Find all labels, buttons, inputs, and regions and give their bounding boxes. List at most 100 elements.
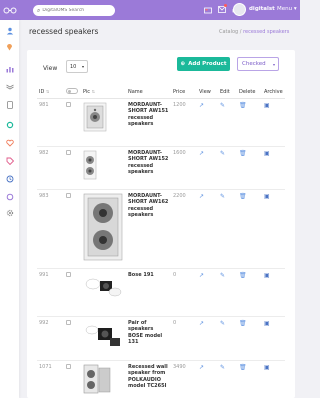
archive-icon[interactable]: ▣	[264, 320, 270, 327]
archive-icon[interactable]: ▣	[264, 102, 270, 109]
row-checkbox[interactable]	[66, 149, 71, 155]
col-price-header: Price	[171, 86, 197, 99]
col-toggle-header[interactable]	[64, 86, 81, 99]
trash-icon[interactable]: 🗑	[239, 272, 247, 279]
breadcrumb: Catalog / recessed speakers	[219, 29, 289, 35]
col-edit-header: Edit	[218, 86, 237, 99]
chevron-down-icon: ▾	[81, 64, 84, 69]
col-archive-header: Archive	[262, 86, 285, 99]
product-name: MORDAUNT-SHORT AW151 recessed speakers	[126, 98, 171, 147]
location-pin-icon[interactable]	[5, 42, 14, 51]
product-thumbnail[interactable]	[81, 146, 126, 190]
view-icon[interactable]: ↗	[199, 193, 204, 200]
product-price: 1600	[171, 146, 197, 190]
row-id: 982	[37, 146, 64, 190]
circle-icon[interactable]	[5, 192, 14, 201]
table-row: 992 Pair of speakers BOSE model 131 0 ↗ …	[37, 316, 285, 361]
table-row: 983 MORDAUNT-SHORT AW162 recessed speake…	[37, 189, 285, 269]
product-thumbnail[interactable]	[81, 189, 126, 269]
product-price: 2200	[171, 189, 197, 269]
chevron-down-icon: ▾	[272, 62, 275, 67]
col-id-header[interactable]: ID ⇅	[37, 86, 64, 99]
filter-select[interactable]: Checked ▾	[237, 57, 279, 71]
mail-icon[interactable]	[217, 4, 227, 14]
trash-icon[interactable]: 🗑	[239, 193, 247, 200]
search-input[interactable]	[42, 8, 107, 13]
trash-icon[interactable]: 🗑	[239, 364, 247, 371]
row-checkbox[interactable]	[66, 271, 71, 277]
product-thumbnail[interactable]	[81, 360, 126, 398]
product-name: Recessed wall speaker from POLKAUDIO mod…	[126, 360, 171, 398]
product-thumbnail[interactable]	[81, 268, 126, 317]
archive-icon[interactable]: ▣	[264, 193, 270, 200]
product-name: Bose 191	[126, 268, 171, 317]
square-speaker-image	[83, 102, 107, 131]
archive-icon[interactable]: ▣	[264, 150, 270, 157]
view-icon[interactable]: ↗	[199, 102, 204, 109]
edit-icon[interactable]: ✎	[220, 150, 225, 157]
search-icon: ⌕	[37, 6, 41, 14]
mobile-icon[interactable]	[5, 100, 14, 109]
add-product-button[interactable]: ⊕ Add Product	[177, 57, 230, 71]
trash-icon[interactable]: 🗑	[239, 320, 247, 327]
page-title: recessed speakers	[29, 27, 99, 36]
add-product-label: Add Product	[188, 61, 227, 67]
trash-icon[interactable]: 🗑	[239, 102, 247, 109]
tag-icon[interactable]	[5, 156, 14, 165]
edit-icon[interactable]: ✎	[220, 193, 225, 200]
product-thumbnail[interactable]	[81, 316, 126, 361]
product-price: 1200	[171, 98, 197, 147]
product-price: 3490	[171, 360, 197, 398]
edit-icon[interactable]: ✎	[220, 364, 225, 371]
page-size-select[interactable]: 10 ▾	[66, 60, 88, 73]
chart-icon[interactable]	[5, 64, 14, 73]
page-size-value: 10	[70, 63, 77, 70]
flag-icon[interactable]	[203, 5, 212, 14]
heart-icon[interactable]	[5, 138, 14, 147]
product-price: 0	[171, 316, 197, 361]
row-checkbox[interactable]	[66, 363, 71, 369]
top-bar: ⌕ digitalst Menu ▾	[0, 0, 300, 20]
archive-icon[interactable]: ▣	[264, 364, 270, 371]
notification-dot	[224, 4, 227, 7]
products-table: ID ⇅ Pic ⇅ Name Price View Edit Delete A…	[37, 86, 285, 398]
edit-icon[interactable]: ✎	[220, 102, 225, 109]
chevron-down-icon: ▾	[293, 6, 297, 12]
avatar[interactable]	[233, 3, 246, 16]
tall-speaker-image	[83, 193, 123, 260]
row-id: 983	[37, 189, 64, 269]
trash-icon[interactable]: 🗑	[239, 150, 247, 157]
clock-icon[interactable]	[5, 174, 14, 183]
view-icon[interactable]: ↗	[199, 364, 204, 371]
polk-speaker-image	[83, 364, 111, 393]
col-pic-header[interactable]: Pic ⇅	[81, 86, 126, 99]
search-box[interactable]: ⌕	[33, 5, 115, 16]
row-checkbox[interactable]	[66, 101, 71, 107]
gear-icon[interactable]	[5, 208, 14, 217]
menu-button[interactable]: Menu ▾	[277, 6, 297, 12]
archive-icon[interactable]: ▣	[264, 272, 270, 279]
sort-icon: ⇅	[91, 88, 95, 94]
settings-icon[interactable]	[5, 120, 14, 129]
product-name: Pair of speakers BOSE model 131	[126, 316, 171, 361]
app-logo[interactable]	[0, 0, 20, 20]
edit-icon[interactable]: ✎	[220, 320, 225, 327]
view-icon[interactable]: ↗	[199, 150, 204, 157]
layers-icon[interactable]	[5, 82, 14, 91]
row-id: 1071	[37, 360, 64, 398]
col-view-header: View	[197, 86, 218, 99]
product-name: MORDAUNT-SHORT AW152 recessed speakers	[126, 146, 171, 190]
products-card: View 10 ▾ ⊕ Add Product Checked ▾ ID ⇅ P…	[27, 50, 295, 398]
select-all-toggle[interactable]	[66, 87, 78, 94]
view-icon[interactable]: ↗	[199, 272, 204, 279]
table-row: 981 MORDAUNT-SHORT AW151 recessed speake…	[37, 98, 285, 147]
breadcrumb-root[interactable]: Catalog	[219, 29, 238, 35]
product-thumbnail[interactable]	[81, 98, 126, 147]
view-label: View	[43, 65, 58, 72]
user-icon[interactable]	[5, 26, 14, 35]
row-checkbox[interactable]	[66, 192, 71, 198]
view-icon[interactable]: ↗	[199, 320, 204, 327]
row-checkbox[interactable]	[66, 319, 71, 325]
username[interactable]: digitalst	[249, 6, 275, 12]
edit-icon[interactable]: ✎	[220, 272, 225, 279]
